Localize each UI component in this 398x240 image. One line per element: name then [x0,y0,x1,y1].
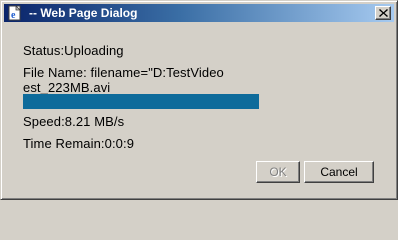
speed-text: Speed:8.21 MB/s [23,114,125,129]
upload-progress-bar [23,94,259,109]
ok-button[interactable]: OK [256,161,300,183]
cancel-button[interactable]: Cancel [304,161,374,183]
time-remaining-text: Time Remain:0:0:9 [23,136,135,151]
file-name-line-2: est_223MB.avi [23,80,111,95]
upload-progress-fill [23,94,259,109]
dialog-content: Status:Uploading File Name: filename="D:… [0,0,398,200]
status-text: Status:Uploading [23,43,124,58]
file-name-line-1: File Name: filename="D:TestVideo [23,65,224,80]
